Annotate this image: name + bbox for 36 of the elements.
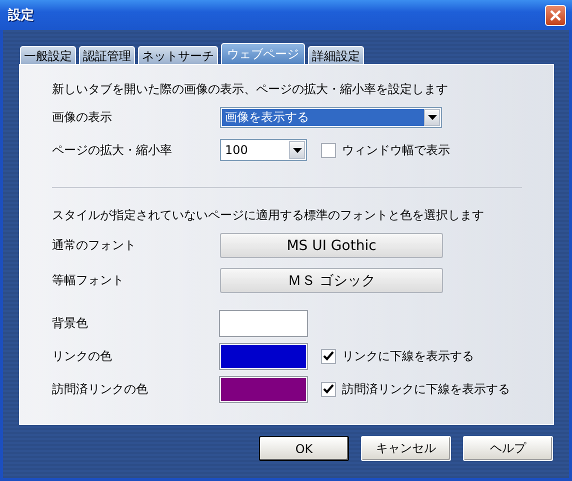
caret-icon xyxy=(428,115,436,120)
close-button[interactable] xyxy=(545,4,566,26)
checkbox-label: ウィンドウ幅で表示 xyxy=(342,142,450,158)
field-label: 画像の表示 xyxy=(52,109,113,126)
dialog-button[interactable]: ヘルプ xyxy=(463,436,553,461)
dialog-button[interactable]: キャンセル xyxy=(361,436,451,461)
field-label: 等幅フォント xyxy=(52,272,125,289)
description-text: スタイルが指定されていないページに適用する標準のフォントと色を選択します xyxy=(52,207,485,224)
tab[interactable]: ネットサーチ xyxy=(138,46,218,64)
close-icon xyxy=(550,10,561,20)
checkbox[interactable] xyxy=(321,349,336,364)
tab[interactable]: 認証管理 xyxy=(79,46,135,64)
dropdown-button[interactable] xyxy=(424,109,440,126)
dropdown[interactable]: 画像を表示する xyxy=(220,107,442,128)
field-label: 通常のフォント xyxy=(52,237,137,254)
dialog-button[interactable]: OK xyxy=(259,436,349,461)
tab[interactable]: 詳細設定 xyxy=(308,46,364,64)
field-label: リンクの色 xyxy=(52,348,113,365)
field-label: 背景色 xyxy=(52,315,89,332)
color-swatch[interactable] xyxy=(220,311,307,336)
field-label: ページの拡大・縮小率 xyxy=(52,142,173,158)
font-button[interactable]: MS UI Gothic xyxy=(220,233,443,258)
checkbox[interactable] xyxy=(321,382,336,397)
checkbox[interactable] xyxy=(321,142,336,158)
description-text: 新しいタブを開いた際の画像の表示、ページの拡大・縮小率を設定します xyxy=(52,81,449,98)
window-title: 設定 xyxy=(8,6,34,24)
combo-box[interactable]: 100 xyxy=(220,139,307,161)
font-button[interactable]: ＭＳ ゴシック xyxy=(220,268,443,293)
checkbox-label: リンクに下線を表示する xyxy=(342,348,474,365)
dropdown-button[interactable] xyxy=(289,141,305,159)
color-swatch[interactable] xyxy=(220,344,307,369)
color-swatch[interactable] xyxy=(220,377,307,402)
tab[interactable]: 一般設定 xyxy=(20,46,76,64)
checkbox-label: 訪問済リンクに下線を表示する xyxy=(342,381,510,398)
field-label: 訪問済リンクの色 xyxy=(52,381,149,398)
caret-icon xyxy=(292,148,302,152)
